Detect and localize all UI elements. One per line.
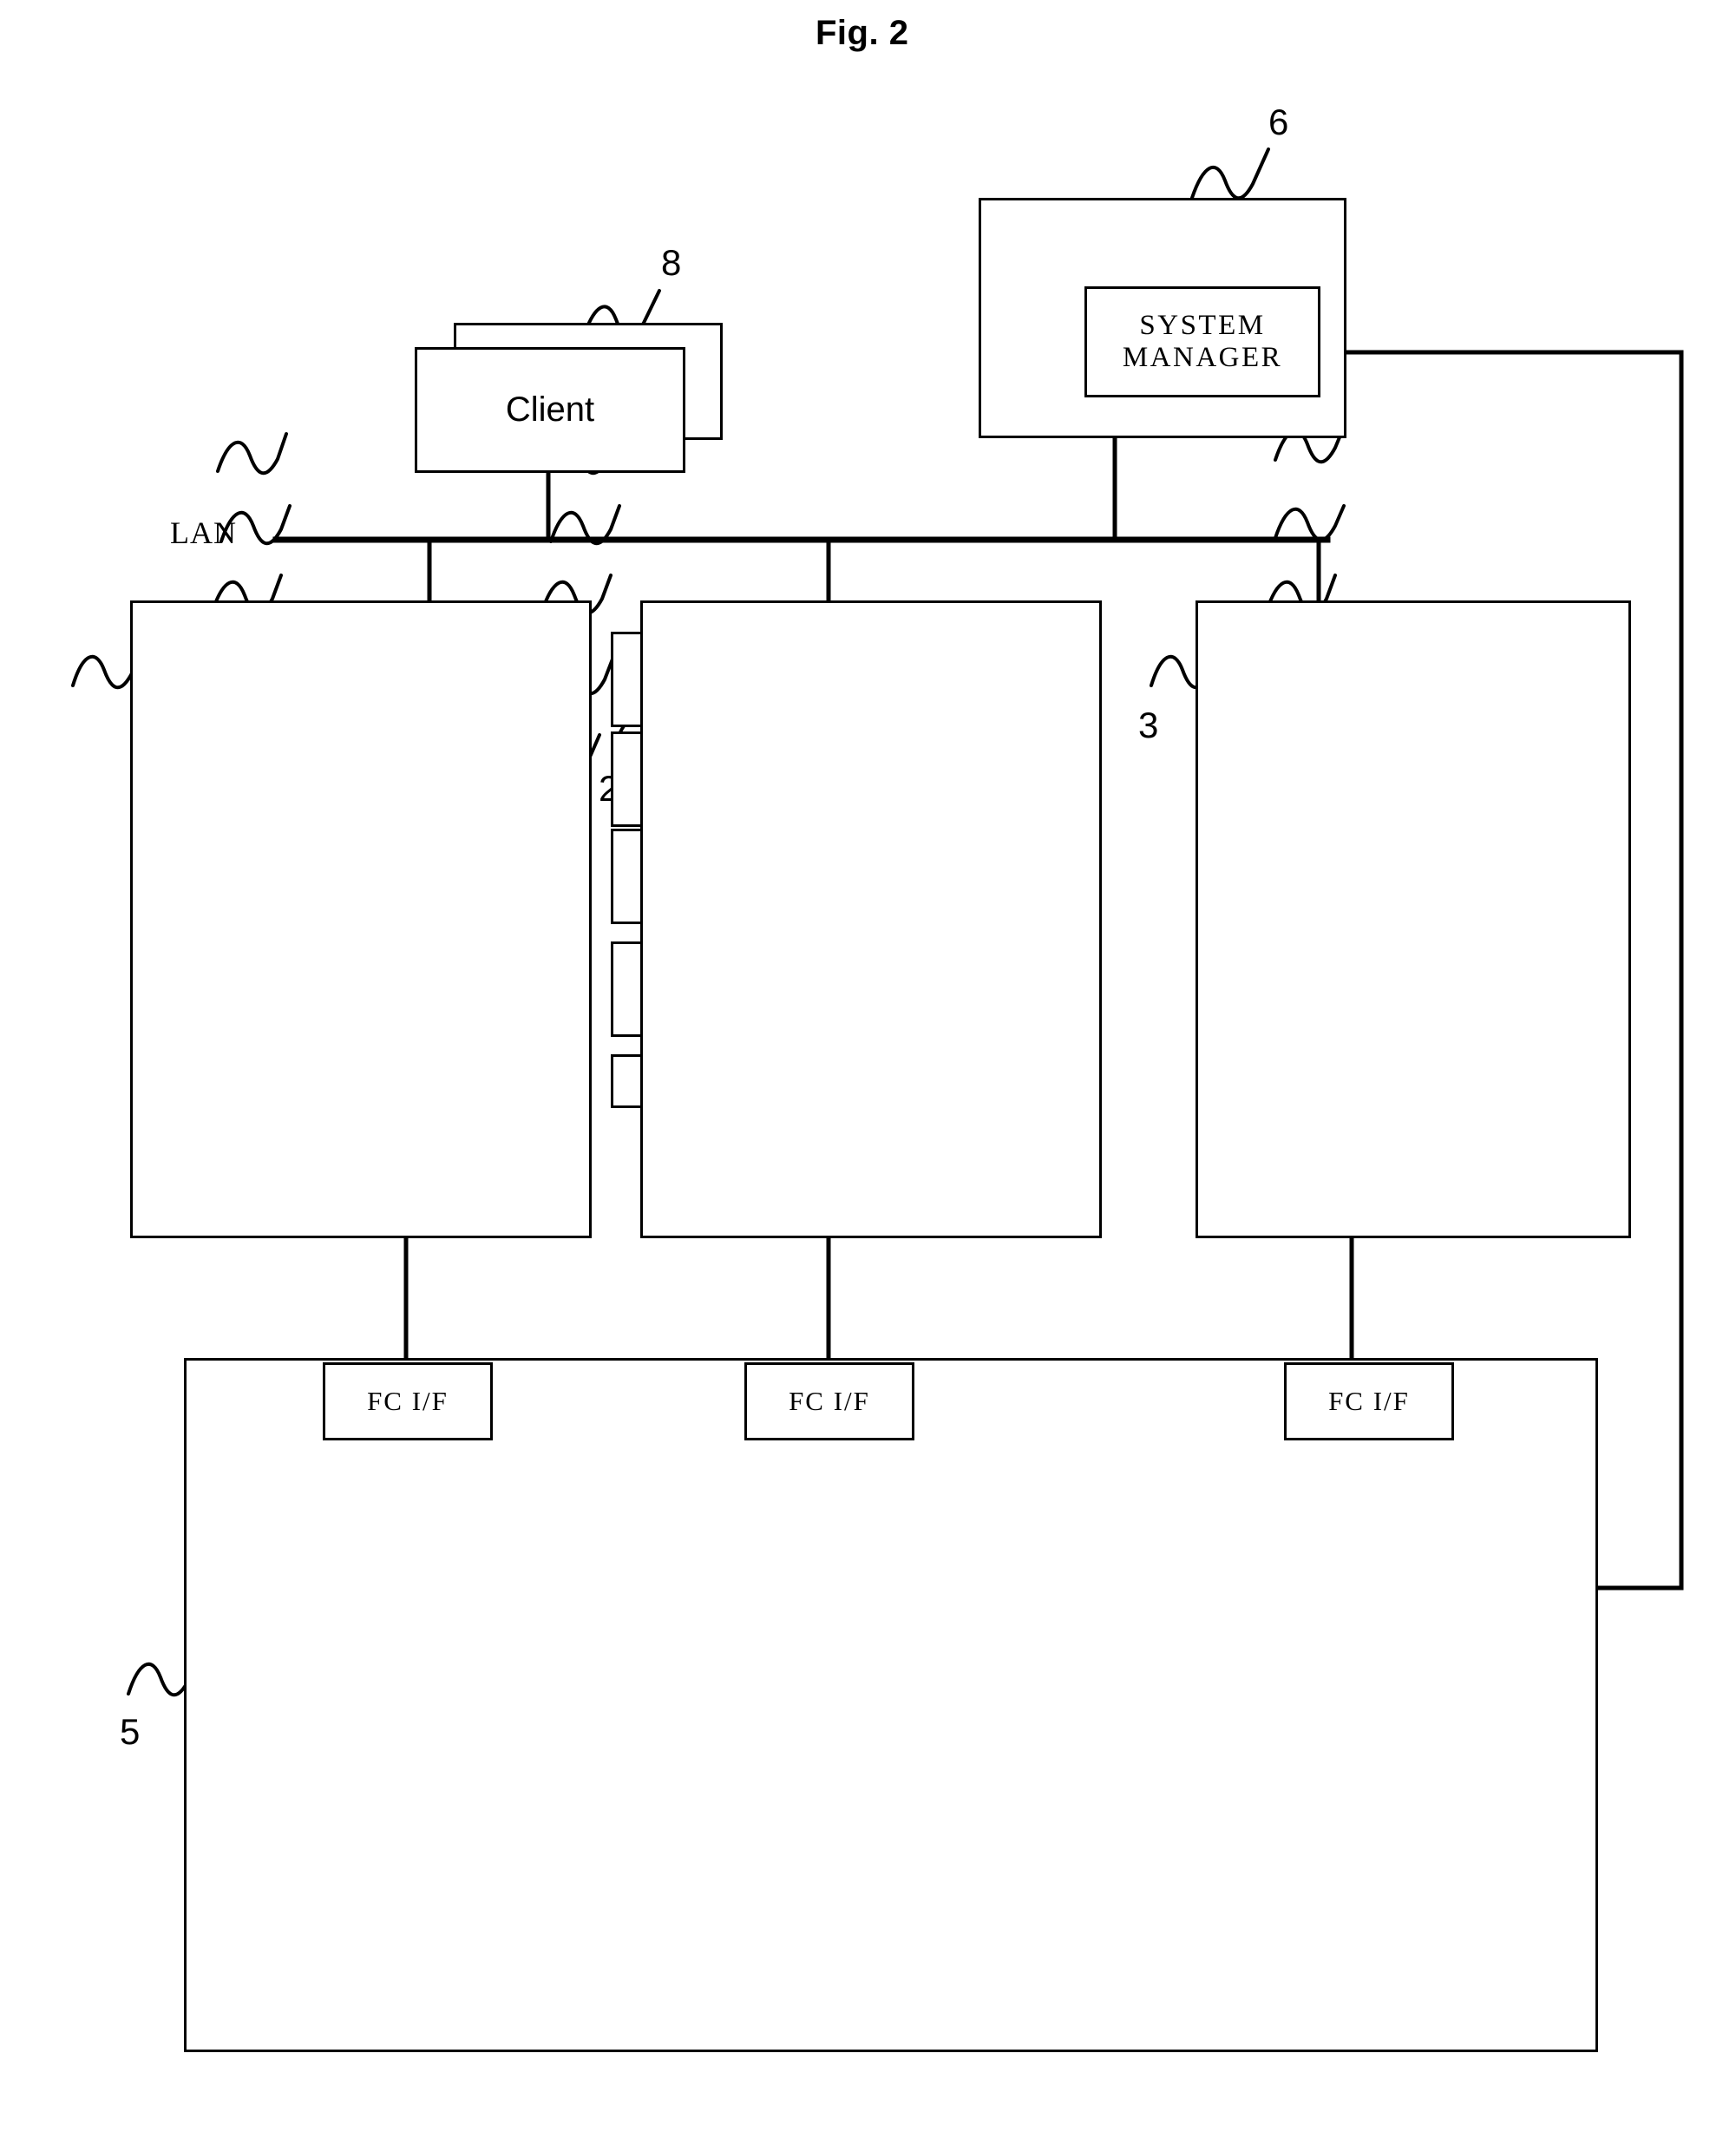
fc-if-label: FC I/F — [789, 1386, 870, 1416]
figure-title: Fig. 2 — [816, 14, 909, 52]
node-box-1[interactable] — [130, 600, 592, 1238]
node-box-3[interactable] — [1196, 600, 1631, 1238]
node-box-2[interactable] — [640, 600, 1102, 1238]
system-manager-label-line2: MANAGER — [1122, 342, 1283, 373]
system-manager-box[interactable]: SYSTEM MANAGER — [1084, 286, 1320, 397]
ref-5: 5 — [120, 1711, 141, 1752]
system-manager-label-line1: SYSTEM — [1139, 310, 1266, 342]
node-ref-3: 3 — [1138, 705, 1159, 745]
fc-if-box-55[interactable]: FC I/F — [1284, 1362, 1454, 1440]
lead-105 — [216, 432, 288, 476]
fc-if-label: FC I/F — [1328, 1386, 1410, 1416]
ref-8: 8 — [661, 242, 682, 283]
lead-1 — [71, 654, 137, 690]
lead-304 — [1274, 504, 1346, 542]
lead-6 — [1190, 148, 1270, 200]
fc-if-box-53[interactable]: FC I/F — [323, 1362, 493, 1440]
fc-if-label: FC I/F — [367, 1386, 449, 1416]
storage-enclosure[interactable] — [184, 1358, 1598, 2052]
fc-if-box-54[interactable]: FC I/F — [744, 1362, 914, 1440]
lan-label: LAN — [170, 515, 237, 550]
client-label: Client — [505, 390, 595, 429]
client-box[interactable]: Client — [415, 347, 685, 473]
ref-6: 6 — [1268, 102, 1289, 142]
lead-5 — [127, 1662, 193, 1697]
figure-canvas: Fig. 2 Client 8 CONSOLE SYSTEM MANAGER 6… — [0, 0, 1736, 2145]
